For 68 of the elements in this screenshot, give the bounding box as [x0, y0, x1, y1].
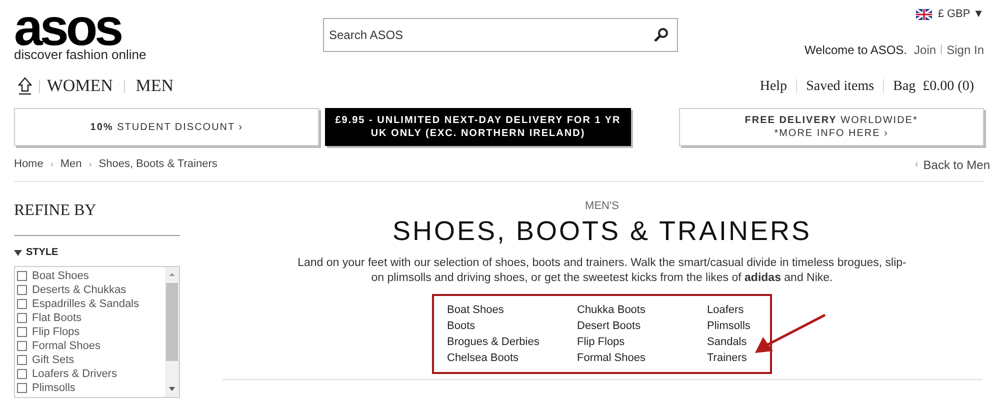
category-link[interactable]: Chukka Boots: [577, 302, 707, 318]
filter-option[interactable]: Loafers & Drivers: [32, 368, 117, 380]
breadcrumb-link[interactable]: Men: [60, 156, 82, 173]
utility-link[interactable]: Bag £0.00 (0): [893, 76, 974, 96]
utility-link[interactable]: Saved items: [806, 76, 874, 96]
join-link[interactable]: Join: [914, 40, 936, 58]
filter-option[interactable]: Flip Flops: [32, 326, 80, 338]
filter-option[interactable]: Plimsolls: [32, 382, 76, 394]
category-link[interactable]: Desert Boots: [577, 318, 707, 334]
back-arrow: ‹: [914, 158, 918, 172]
nav-link[interactable]: WOMEN: [46, 73, 113, 99]
filter-option[interactable]: Deserts & Chukkas: [32, 284, 126, 296]
breadcrumb-separator: ›: [88, 158, 92, 171]
breadcrumb-separator: ›: [50, 158, 54, 171]
breadcrumb-link[interactable]: Shoes, Boots & Trainers: [98, 156, 218, 173]
category-link[interactable]: Chelsea Boots: [447, 350, 577, 366]
page-title: SHOES, BOOTS & TRAINERS: [392, 216, 812, 246]
banner-text: FREE DELIVERY WORLDWIDE*: [744, 114, 918, 127]
nav-link[interactable]: MEN: [136, 73, 174, 99]
category-link[interactable]: Formal Shoes: [577, 350, 707, 366]
category-link[interactable]: Plimsolls: [707, 318, 757, 334]
checkbox[interactable]: [17, 369, 27, 379]
welcome-text: Welcome to ASOS.: [804, 42, 908, 58]
category-link[interactable]: Boots: [447, 318, 577, 334]
promo-banner[interactable]: 10% STUDENT DISCOUNT ›: [14, 108, 320, 146]
sign-in-link[interactable]: Sign In: [946, 40, 984, 58]
checkbox[interactable]: [17, 313, 27, 323]
nav-separator: |: [122, 78, 126, 96]
checkbox[interactable]: [17, 299, 27, 309]
banner-text: 10% STUDENT DISCOUNT ›: [90, 120, 244, 134]
checkbox[interactable]: [17, 355, 27, 365]
promo-banner[interactable]: FREE DELIVERY WORLDWIDE* *MORE INFO HERE ›: [678, 108, 984, 146]
category-link[interactable]: Boat Shoes: [447, 302, 577, 318]
back-link[interactable]: Back to Men: [923, 156, 990, 174]
checkbox[interactable]: [17, 327, 27, 337]
nav-separator: |: [38, 78, 41, 96]
caret-icon: [14, 250, 22, 256]
banner-text: £9.95 - UNLIMITED NEXT-DAY DELIVERY FOR 1 YR: [335, 114, 621, 127]
promo-banner[interactable]: £9.95 - UNLIMITED NEXT-DAY DELIVERY FOR 1 YR UK ONLY (EXC. NORTHERN IRELAND): [325, 108, 631, 146]
category-link[interactable]: Loafers: [707, 302, 757, 318]
filter-option[interactable]: Boat Shoes: [32, 270, 89, 282]
banner-text: UK ONLY (EXC. NORTHERN IRELAND): [370, 127, 586, 140]
category-link[interactable]: Brogues & Derbies: [447, 334, 577, 350]
filter-option[interactable]: Flat Boots: [32, 312, 82, 324]
currency-selector[interactable]: £ GBP ▼: [938, 6, 984, 22]
utility-link[interactable]: Help: [760, 76, 788, 96]
home-icon[interactable]: [18, 77, 32, 95]
category-link[interactable]: Sandals: [707, 334, 757, 350]
intro-paragraph: Land on your feet with our selection of shoes, boots and trainers. Walk the smart/casual divide in timeless brogues, slip-on plimsolls and driving shoes, or get the sweetest kicks from the likes of adidas and Nike.: [296, 256, 908, 286]
checkbox[interactable]: [17, 271, 27, 281]
category-link[interactable]: Flip Flops: [577, 334, 707, 350]
logo-wordmark[interactable]: asos: [14, 8, 121, 48]
checkbox[interactable]: [17, 383, 27, 393]
style-section-toggle[interactable]: STYLE: [14, 245, 180, 260]
filter-option[interactable]: Gift Sets: [32, 354, 74, 366]
checkbox[interactable]: [17, 341, 27, 351]
refine-title: REFINE BY: [14, 202, 96, 219]
breadcrumb-link[interactable]: Home: [14, 156, 44, 173]
checkbox[interactable]: [17, 285, 27, 295]
link-separator: |: [940, 43, 943, 57]
logo-tagline: discover fashion online: [14, 48, 146, 62]
filter-option[interactable]: Espadrilles & Sandals: [32, 298, 140, 310]
flag-icon: [916, 8, 932, 20]
category-link[interactable]: Trainers: [707, 350, 757, 366]
filter-option[interactable]: Formal Shoes: [32, 340, 100, 352]
banner-text: *MORE INFO HERE ›: [774, 127, 888, 140]
scrollbar-drawing[interactable]: [165, 267, 179, 397]
category-kicker: MEN'S: [585, 199, 619, 214]
